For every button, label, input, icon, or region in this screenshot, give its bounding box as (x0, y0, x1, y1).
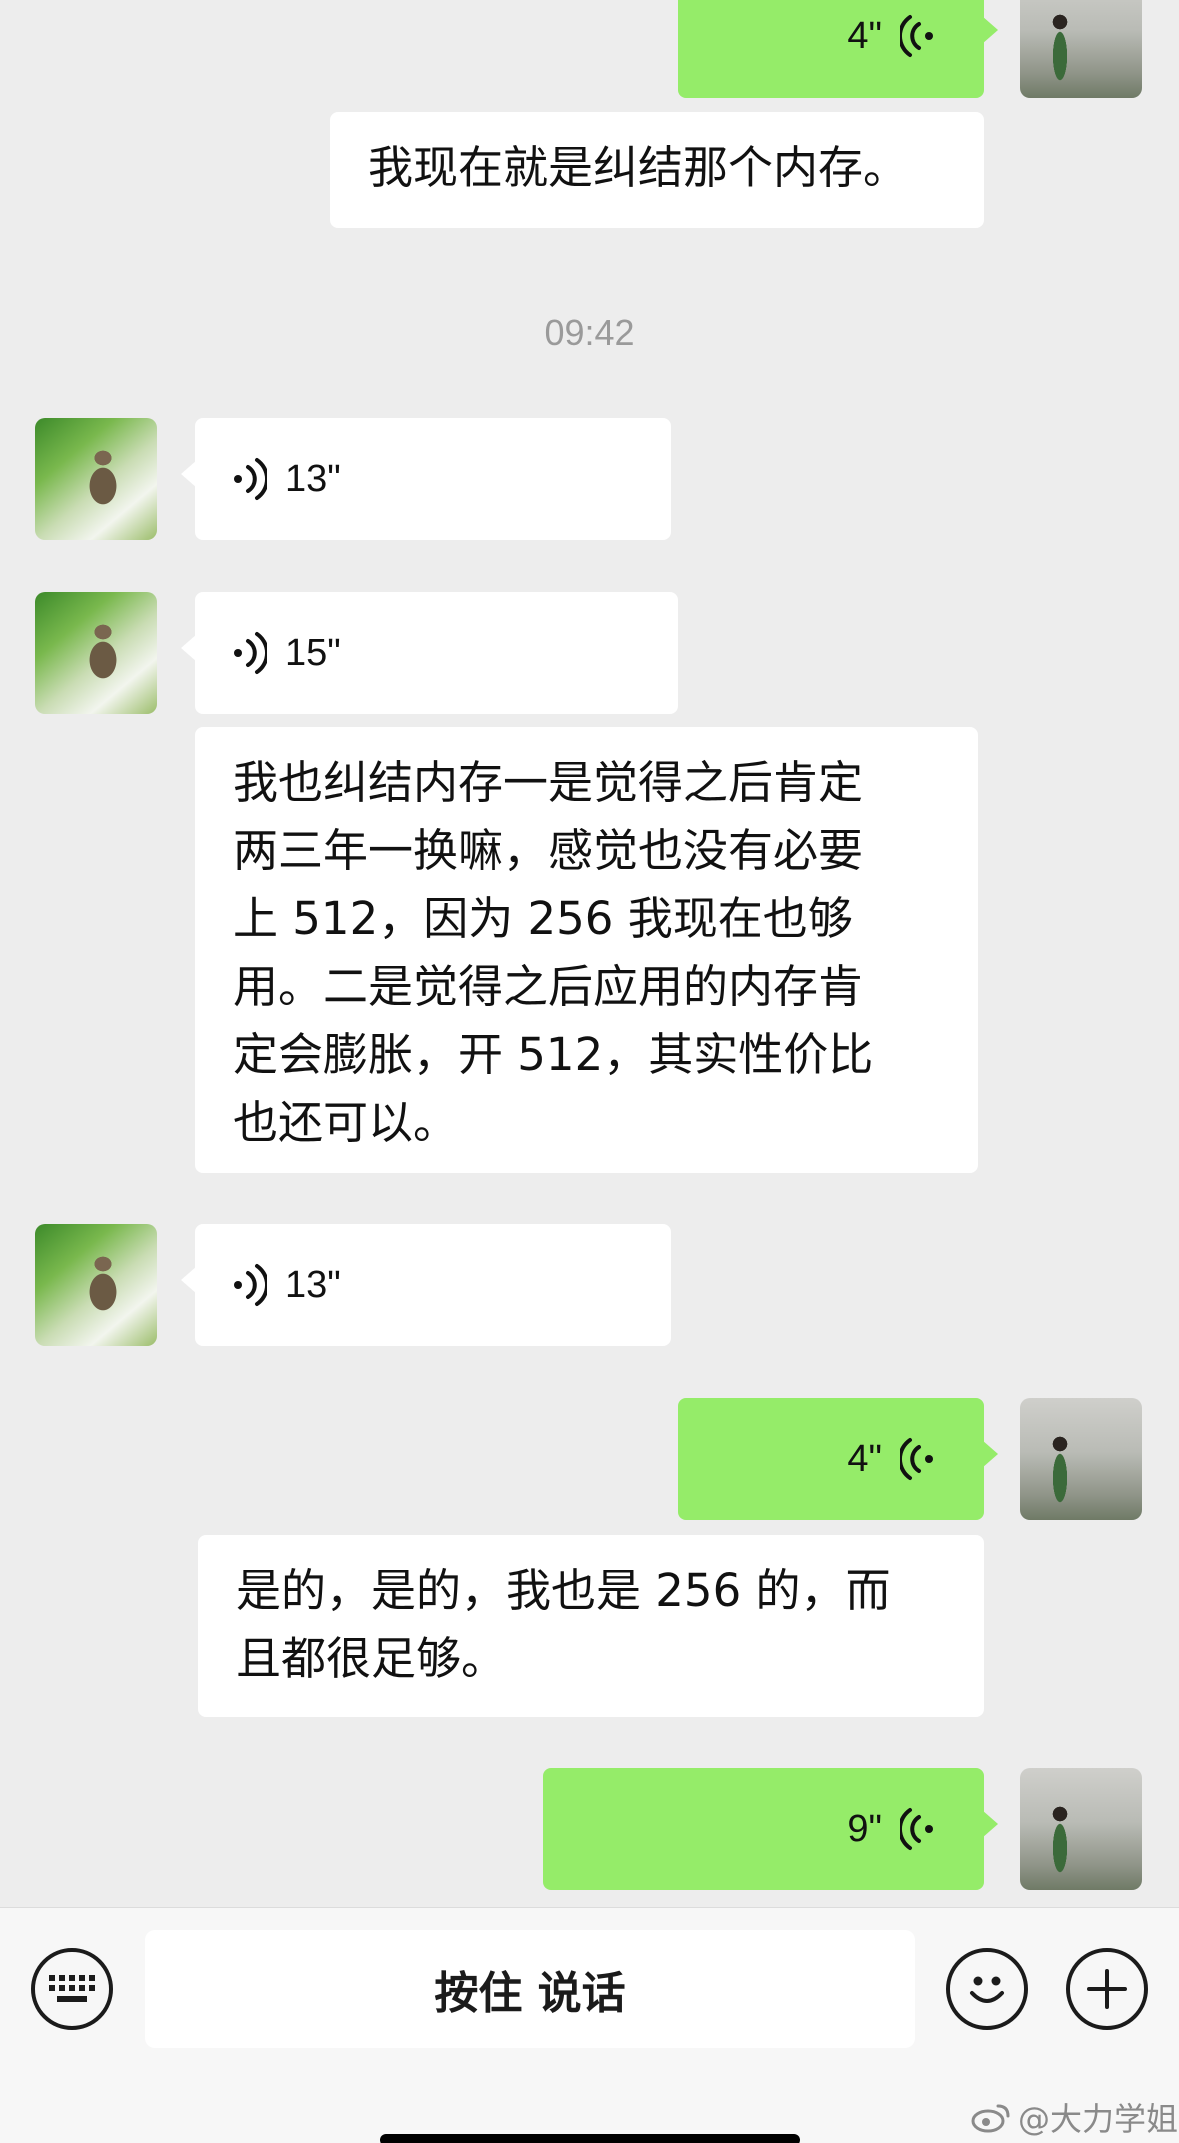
voice-wave-icon (900, 1808, 933, 1850)
avatar[interactable] (35, 1224, 157, 1346)
voice-duration: 15" (285, 632, 341, 674)
timestamp: 09:42 (544, 312, 635, 353)
hold-to-talk-label: 按住 说话 (434, 1968, 626, 2019)
hold-to-talk-button[interactable]: 按住 说话 (145, 1930, 915, 2048)
keyboard-icon (49, 1975, 95, 2002)
voice-duration: 13" (285, 458, 341, 500)
message-line: 定会膨胀，开 512，其实性价比 (233, 1028, 874, 1081)
watermark: @大力学姐 (970, 2094, 1178, 2140)
plus-button[interactable] (1066, 1948, 1148, 2030)
plus-icon (1087, 1969, 1127, 2009)
voice-duration: 4" (847, 1438, 882, 1480)
voice-wave-icon (900, 1438, 933, 1480)
message-text: 我现在就是纠结那个内存。 (368, 141, 909, 194)
message-line: 两三年一换嘛，感觉也没有必要 (233, 824, 864, 877)
voice-wave-icon (900, 15, 933, 57)
avatar[interactable] (1020, 1398, 1142, 1520)
message-bubble: 我现在就是纠结那个内存。 (330, 112, 984, 228)
voice-message[interactable]: 9" (543, 1768, 998, 1890)
emoji-icon (970, 1976, 1004, 2003)
message-line: 上 512，因为 256 我现在也够 (233, 892, 853, 945)
voice-duration: 13" (285, 1264, 341, 1306)
voice-duration: 9" (847, 1808, 882, 1850)
avatar[interactable] (35, 592, 157, 714)
voice-message[interactable]: 13" (181, 1224, 671, 1346)
message-line: 也还可以。 (233, 1096, 459, 1149)
home-indicator (380, 2134, 800, 2143)
voice-message[interactable]: 4" (678, 0, 998, 98)
keyboard-button[interactable] (31, 1948, 113, 2030)
emoji-button[interactable] (946, 1948, 1028, 2030)
message-bubble: 是的，是的，我也是 256 的，而 且都很足够。 (198, 1535, 984, 1717)
voice-wave-icon (234, 632, 267, 674)
voice-wave-icon (234, 458, 267, 500)
message-line: 我也纠结内存一是觉得之后肯定 (233, 756, 864, 809)
avatar[interactable] (1020, 0, 1142, 98)
voice-message[interactable]: 15" (181, 592, 678, 714)
message-line: 且都很足够。 (236, 1632, 507, 1685)
avatar[interactable] (35, 418, 157, 540)
input-bar: 按住 说话 @大力学姐 (0, 1907, 1179, 2143)
weibo-icon (971, 2104, 1010, 2133)
message-line: 是的，是的，我也是 256 的，而 (236, 1564, 891, 1617)
voice-duration: 4" (847, 15, 882, 57)
voice-wave-icon (234, 1264, 267, 1306)
watermark-text: @大力学姐 (1018, 2100, 1179, 2138)
voice-message[interactable]: 13" (181, 418, 671, 540)
message-bubble: 我也纠结内存一是觉得之后肯定 两三年一换嘛，感觉也没有必要 上 512，因为 2… (195, 727, 978, 1173)
voice-message[interactable]: 4" (678, 1398, 998, 1520)
message-line: 用。二是觉得之后应用的内存肯 (233, 960, 864, 1013)
avatar[interactable] (1020, 1768, 1142, 1890)
